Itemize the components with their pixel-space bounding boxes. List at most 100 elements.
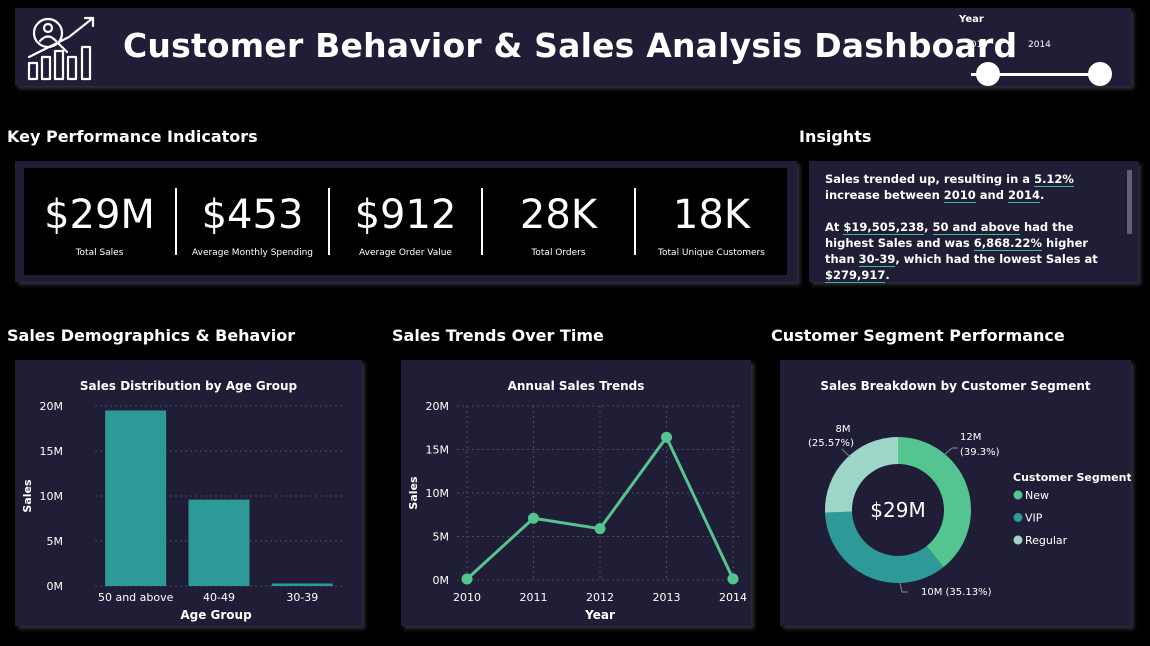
age-group-chart-panel[interactable]: Sales Distribution by Age Group 0M 5M 10M 1… bbox=[15, 360, 362, 626]
x-tick-label: 2012 bbox=[586, 591, 614, 604]
donut-center-total: $29M bbox=[870, 498, 925, 522]
insight-text: Sales trended up, resulting in a bbox=[825, 172, 1035, 186]
insight-text: At bbox=[825, 220, 844, 234]
annual-sales-line-chart[interactable]: 0M 5M 10M 15M 20M 2010 2011 2012 2013 2014 Year Sal… bbox=[401, 360, 751, 626]
chart-title: Sales Breakdown by Customer Segment bbox=[820, 379, 1091, 393]
trends-section-title: Sales Trends Over Time bbox=[392, 326, 604, 345]
year-slicer-start: 2010 bbox=[965, 40, 988, 50]
kpi-value: $29M bbox=[44, 192, 155, 238]
annual-trend-chart-panel[interactable]: Annual Sales Trends 0M 5M 10M 15M 20M 2010 201… bbox=[401, 360, 751, 626]
insights-scrollbar[interactable] bbox=[1127, 170, 1132, 234]
slice-value-label: 10M (35.13%) bbox=[921, 587, 992, 598]
insight-paragraph-trend: Sales trended up, resulting in a 5.12% i… bbox=[825, 171, 1116, 203]
insight-highlight: 5.12% bbox=[1034, 172, 1074, 187]
insight-text: , bbox=[924, 220, 933, 234]
slice-value-label: 8M bbox=[836, 424, 851, 435]
year-slicer-end: 2014 bbox=[1028, 40, 1051, 50]
kpi-total-sales[interactable]: $29M Total Sales bbox=[24, 168, 175, 275]
y-tick-label: 0M bbox=[47, 580, 64, 593]
legend-label: New bbox=[1025, 489, 1049, 502]
kpi-value: $912 bbox=[354, 192, 457, 238]
kpi-value: 18K bbox=[672, 192, 751, 238]
insight-paragraph-age: At $19,505,238, 50 and above had the hig… bbox=[825, 219, 1116, 283]
data-point bbox=[661, 431, 672, 443]
legend-title: Customer Segment bbox=[1013, 471, 1131, 484]
legend-label: Regular bbox=[1025, 534, 1068, 547]
insight-highlight: 2010 bbox=[943, 188, 976, 203]
insight-highlight: 50 and above bbox=[932, 220, 1020, 235]
y-tick-label: 0M bbox=[433, 574, 450, 587]
chart-title: Annual Sales Trends bbox=[507, 379, 645, 393]
insight-highlight: 30-39 bbox=[858, 252, 896, 267]
age-group-bar-chart[interactable]: 0M 5M 10M 15M 20M 50 and above 40-49 30-39 Age G… bbox=[15, 360, 362, 626]
segment-chart-panel[interactable]: Sales Breakdown by Customer Segment $29M… bbox=[780, 360, 1132, 626]
bar bbox=[105, 410, 167, 586]
kpi-average-order-value[interactable]: $912 Average Order Value bbox=[330, 168, 481, 275]
data-point bbox=[528, 512, 539, 524]
leader-line bbox=[899, 582, 908, 593]
data-point bbox=[461, 573, 473, 585]
x-axis-title: Year bbox=[584, 608, 615, 622]
y-tick-label: 15M bbox=[40, 445, 64, 458]
kpi-label: Total Sales bbox=[75, 248, 124, 258]
kpi-value: $453 bbox=[201, 192, 304, 238]
kpi-panel: $29M Total Sales $453 Average Monthly Sp… bbox=[15, 161, 797, 282]
donut-slice-vip bbox=[825, 511, 944, 583]
year-slicer-label: Year bbox=[959, 14, 984, 25]
x-tick-label: 2014 bbox=[719, 591, 747, 604]
data-point bbox=[594, 523, 606, 535]
segments-section-title: Customer Segment Performance bbox=[771, 326, 1065, 345]
dashboard-title: Customer Behavior & Sales Analysis Dashb… bbox=[123, 26, 1018, 65]
y-tick-label: 10M bbox=[426, 487, 450, 500]
kpi-label: Total Unique Customers bbox=[658, 248, 765, 258]
segment-donut-chart[interactable]: $29M 12M (39.3%) 10M (35.13%) 8M (25.57%) Cust… bbox=[780, 360, 1132, 626]
kpi-label: Average Order Value bbox=[359, 248, 452, 258]
legend-marker bbox=[1013, 513, 1023, 522]
legend-marker bbox=[1013, 535, 1023, 545]
kpi-value: 28K bbox=[519, 192, 598, 238]
insight-text: . bbox=[1040, 188, 1045, 202]
kpi-label: Average Monthly Spending bbox=[191, 248, 313, 258]
demographics-section-title: Sales Demographics & Behavior bbox=[7, 326, 296, 345]
x-tick-label: 2013 bbox=[653, 591, 681, 604]
insight-highlight: $279,917 bbox=[825, 268, 886, 283]
x-tick-label: 40-49 bbox=[203, 591, 235, 604]
insight-text: increase between bbox=[825, 188, 944, 202]
y-tick-label: 20M bbox=[40, 400, 64, 413]
kpi-strip: $29M Total Sales $453 Average Monthly Sp… bbox=[24, 168, 787, 275]
kpi-label: Total Orders bbox=[531, 248, 586, 258]
x-tick-label: 2010 bbox=[453, 591, 481, 604]
insight-text: . bbox=[885, 268, 890, 282]
kpi-total-unique-customers[interactable]: 18K Total Unique Customers bbox=[636, 168, 787, 275]
kpi-average-monthly-spending[interactable]: $453 Average Monthly Spending bbox=[177, 168, 328, 275]
dashboard-header: Customer Behavior & Sales Analysis Dashb… bbox=[15, 8, 1131, 86]
y-tick-label: 10M bbox=[40, 490, 64, 503]
leader-line bbox=[841, 448, 851, 458]
y-tick-label: 20M bbox=[426, 400, 450, 413]
insight-text: , which had the lowest Sales at bbox=[895, 252, 1098, 266]
bar bbox=[188, 499, 250, 586]
legend-label: VIP bbox=[1025, 512, 1043, 525]
insights-section-title: Insights bbox=[799, 127, 872, 146]
data-point bbox=[727, 573, 739, 585]
slice-value-label: 12M bbox=[960, 432, 981, 443]
insights-panel[interactable]: Sales trended up, resulting in a 5.12% i… bbox=[809, 161, 1138, 283]
x-tick-label: 30-39 bbox=[286, 591, 318, 604]
year-slicer-end-handle[interactable] bbox=[1088, 62, 1112, 86]
chart-title: Sales Distribution by Age Group bbox=[79, 379, 298, 393]
insight-highlight: 2014 bbox=[1007, 188, 1040, 203]
insight-highlight: 6,868.22% bbox=[973, 236, 1043, 251]
year-slicer-start-handle[interactable] bbox=[976, 62, 1000, 86]
bar bbox=[271, 583, 333, 586]
x-tick-label: 50 and above bbox=[98, 591, 174, 604]
slice-pct-label: (25.57%) bbox=[808, 438, 854, 449]
kpi-section-title: Key Performance Indicators bbox=[7, 127, 258, 146]
year-slicer[interactable]: Year 2010 2014 bbox=[955, 10, 1112, 86]
analytics-growth-icon bbox=[27, 16, 95, 81]
x-axis-title: Age Group bbox=[180, 608, 252, 622]
y-axis-title: Sales bbox=[21, 479, 34, 513]
legend-marker bbox=[1013, 490, 1023, 500]
kpi-total-orders[interactable]: 28K Total Orders bbox=[483, 168, 634, 275]
y-tick-label: 5M bbox=[47, 535, 64, 548]
insight-highlight: $19,505,238 bbox=[843, 220, 925, 235]
